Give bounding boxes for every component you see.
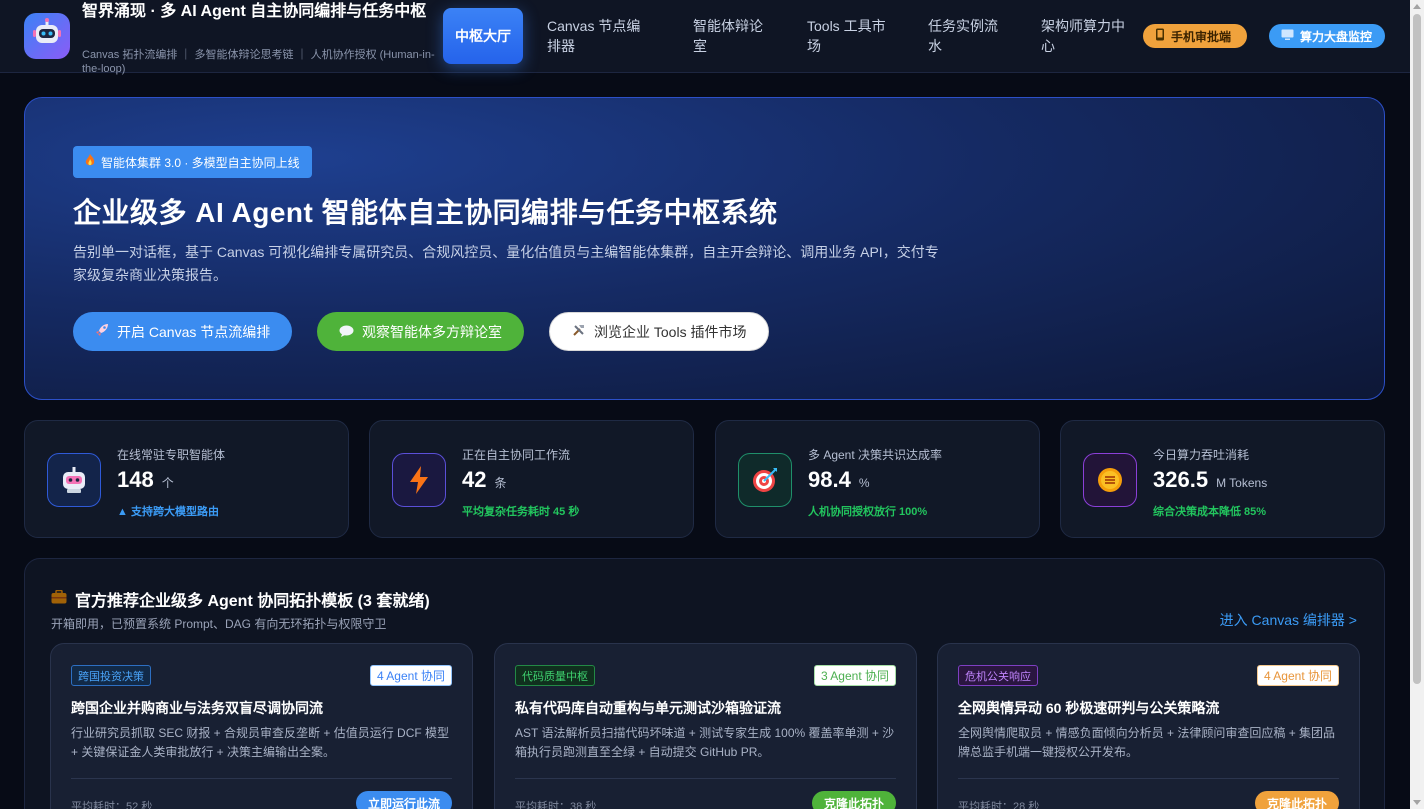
briefcase-icon [51, 589, 67, 609]
stat-label: 在线常驻专职智能体 [117, 448, 226, 462]
nav-task-instances[interactable]: 任务实例流水 [916, 8, 1016, 64]
stat-number: 98.4 [808, 467, 851, 492]
stat-card-agents: 在线常驻专职智能体 148 个 ▲ 支持跨大模型路由 [24, 420, 349, 538]
stat-note: 人机协同授权放行 100% [808, 506, 928, 518]
target-icon [738, 453, 792, 507]
card-title: 私有代码库自动重构与单元测试沙箱验证流 [515, 700, 781, 716]
nav-hub-hall[interactable]: 中枢大厅 [443, 8, 523, 64]
mobile-approval-button[interactable]: 手机审批端 [1143, 24, 1247, 48]
stat-unit: M Tokens [1216, 476, 1268, 490]
stat-note: 平均复杂任务耗时 45 秒 [462, 506, 580, 518]
nav-canvas-editor[interactable]: Canvas 节点编排器 [535, 8, 665, 64]
browse-tools-label: 浏览企业 Tools 插件市场 [594, 323, 747, 340]
robot-logo-icon [30, 17, 64, 56]
hero-description: 告别单一对话框，基于 Canvas 可视化编排专属研究员、合规风控员、量化估值员… [73, 244, 939, 283]
template-card: 危机公关响应 4 Agent 协同 全网舆情异动 60 秒极速研判与公关策略流 … [937, 643, 1360, 809]
nav-debate-room[interactable]: 智能体辩论室 [681, 8, 781, 64]
app-logo[interactable] [24, 13, 70, 59]
stat-value: 42 条 [462, 467, 507, 493]
app-subtitle: Canvas 拓扑流编排 ｜ 多智能体辩论思考链 ｜ 人机协作授权 (Human… [82, 49, 435, 75]
flame-icon [85, 154, 95, 170]
hero-badge: 智能体集群 3.0 · 多模型自主协同上线 [73, 146, 312, 178]
hero-badge-text: 智能体集群 3.0 · 多模型自主协同上线 [101, 155, 300, 170]
templates-title: 官方推荐企业级多 Agent 协同拓扑模板 (3 套就绪) [51, 587, 430, 611]
clone-topology-button[interactable]: 克隆此拓扑 [1254, 791, 1339, 809]
category-tag: 跨国投资决策 [71, 665, 151, 686]
category-tag: 代码质量中枢 [515, 665, 595, 686]
speech-bubble-icon [339, 324, 354, 340]
card-divider [958, 778, 1339, 779]
agent-count-badge: 4 Agent 协同 [369, 665, 452, 686]
run-flow-button[interactable]: 立即运行此流 [355, 791, 452, 809]
nav-tools-market[interactable]: Tools 工具市场 [795, 8, 905, 64]
coin-icon [1083, 453, 1137, 507]
card-description: 行业研究员抓取 SEC 财报 + 合规员审查反垄断 + 估值员运行 DCF 模型… [71, 726, 450, 759]
top-header: 智界涌现 · 多 AI Agent 自主协同编排与任务中枢 Canvas 拓扑流… [0, 0, 1410, 75]
card-divider [515, 778, 896, 779]
agent-count-badge: 4 Agent 协同 [1256, 665, 1339, 686]
open-canvas-button[interactable]: 开启 Canvas 节点流编排 [73, 312, 293, 351]
observe-debate-button[interactable]: 观察智能体多方辩论室 [317, 312, 524, 351]
templates-section: 官方推荐企业级多 Agent 协同拓扑模板 (3 套就绪) 开箱即用，已预置系统… [24, 558, 1385, 809]
dashboard-monitor-button[interactable]: 算力大盘监控 [1269, 24, 1385, 48]
stat-value: 98.4 % [808, 467, 870, 493]
hero-banner: 智能体集群 3.0 · 多模型自主协同上线 企业级多 AI Agent 智能体自… [24, 97, 1385, 400]
template-card: 代码质量中枢 3 Agent 协同 私有代码库自动重构与单元测试沙箱验证流 AS… [494, 643, 917, 809]
templates-title-text: 官方推荐企业级多 Agent 协同拓扑模板 (3 套就绪) [75, 593, 430, 610]
stat-unit: % [858, 476, 870, 490]
robot-icon [47, 453, 101, 507]
template-card: 跨国投资决策 4 Agent 协同 跨国企业并购商业与法务双盲尽调协同流 行业研… [50, 643, 473, 809]
card-description: AST 语法解析员扫描代码坏味道 + 测试专家生成 100% 覆盖率单测 + 沙… [515, 726, 895, 759]
avg-time: 平均耗时：38 秒 [515, 801, 597, 809]
stat-card-workflows: 正在自主协同工作流 42 条 平均复杂任务耗时 45 秒 [369, 420, 694, 538]
enter-canvas-link[interactable]: 进入 Canvas 编排器 > [1220, 610, 1357, 630]
avg-time: 平均耗时：28 秒 [958, 801, 1040, 809]
card-title: 跨国企业并购商业与法务双盲尽调协同流 [71, 700, 323, 716]
rocket-icon [95, 323, 109, 340]
stat-label: 多 Agent 决策共识达成率 [808, 448, 943, 462]
hero-title: 企业级多 AI Agent 智能体自主协同编排与任务中枢系统 [73, 197, 778, 228]
stat-unit: 个 [161, 476, 174, 490]
clone-topology-button[interactable]: 克隆此拓扑 [811, 791, 896, 809]
agent-count-badge: 3 Agent 协同 [813, 665, 896, 686]
stat-label: 正在自主协同工作流 [462, 448, 571, 462]
stat-value: 326.5 M Tokens [1153, 467, 1267, 493]
stat-number: 326.5 [1153, 467, 1209, 492]
category-tag: 危机公关响应 [958, 665, 1038, 686]
avg-time: 平均耗时：52 秒 [71, 801, 153, 809]
stat-value: 148 个 [117, 467, 174, 493]
stat-card-consensus: 多 Agent 决策共识达成率 98.4 % 人机协同授权放行 100% [715, 420, 1040, 538]
stat-label: 今日算力吞吐消耗 [1153, 448, 1250, 462]
scroll-down-arrow-icon[interactable] [1413, 800, 1421, 805]
monitor-icon [1281, 29, 1294, 44]
open-canvas-label: 开启 Canvas 节点流编排 [117, 323, 271, 340]
stat-note: ▲ 支持跨大模型路由 [117, 506, 219, 518]
stat-number: 148 [117, 467, 154, 492]
stat-unit: 条 [494, 476, 507, 490]
stat-card-tokens: 今日算力吞吐消耗 326.5 M Tokens 综合决策成本降低 85% [1060, 420, 1385, 538]
scrollbar-thumb[interactable] [1413, 14, 1421, 684]
templates-subtitle: 开箱即用，已预置系统 Prompt、DAG 有向无环拓扑与权限守卫 [51, 617, 387, 631]
mobile-approval-label: 手机审批端 [1171, 29, 1232, 44]
browse-tools-button[interactable]: 浏览企业 Tools 插件市场 [549, 312, 770, 351]
tools-icon [572, 323, 586, 340]
observe-debate-label: 观察智能体多方辩论室 [362, 323, 502, 340]
card-divider [71, 778, 452, 779]
stat-note: 综合决策成本降低 85% [1153, 506, 1267, 518]
app-title: 智界涌现 · 多 AI Agent 自主协同编排与任务中枢 [82, 3, 427, 20]
page-scrollbar[interactable] [1410, 0, 1424, 809]
scroll-up-arrow-icon[interactable] [1413, 4, 1421, 9]
card-description: 全网舆情爬取员 + 情感负面倾向分析员 + 法律顾问审查回应稿 + 集团品牌总监… [958, 726, 1336, 759]
dashboard-monitor-label: 算力大盘监控 [1300, 29, 1373, 44]
lightning-icon [392, 453, 446, 507]
nav-architect-center[interactable]: 架构师算力中心 [1029, 8, 1141, 64]
stat-number: 42 [462, 467, 487, 492]
card-title: 全网舆情异动 60 秒极速研判与公关策略流 [958, 700, 1220, 716]
phone-icon [1155, 28, 1165, 44]
